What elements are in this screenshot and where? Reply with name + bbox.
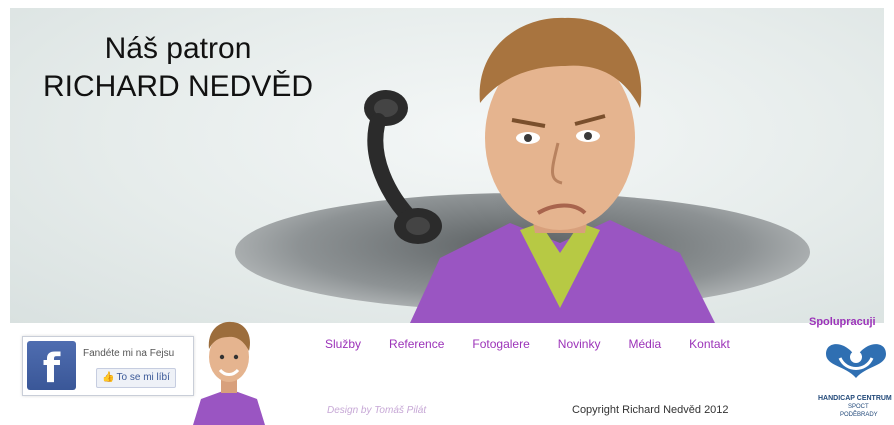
partner-logo-line1: HANDICAP CENTRUM xyxy=(818,395,892,402)
partners-title: Spolupracuji xyxy=(809,316,876,328)
partner-logo-line2: SPOCT xyxy=(848,404,869,410)
facebook-widget: f Fandéte mi na Fejsu 👍 To se mi líbí xyxy=(22,336,194,396)
nav-item-sluzby[interactable]: Služby xyxy=(325,337,361,355)
facebook-icon[interactable]: f xyxy=(27,341,76,392)
nav-item-kontakt[interactable]: Kontakt xyxy=(689,337,730,355)
hero-title-line1: Náš patron xyxy=(104,32,252,65)
nav-item-media[interactable]: Média xyxy=(628,337,661,355)
patron-avatar xyxy=(193,321,265,425)
hero-title-line2: RICHARD NEDVĚD xyxy=(42,70,314,103)
hero-title: Náš patron RICHARD NEDVĚD xyxy=(10,30,346,106)
facebook-like-button[interactable]: 👍 To se mi líbí xyxy=(96,368,176,388)
hero-banner: Náš patron RICHARD NEDVĚD xyxy=(10,8,884,323)
copyright-text: Copyright Richard Nedvěd 2012 xyxy=(572,404,729,416)
partner-logo-line3: PODĚBRADY xyxy=(840,410,878,418)
design-credit[interactable]: Design by Tomáš Pilát xyxy=(327,405,426,416)
like-label: To se mi líbí xyxy=(116,372,170,383)
nav-item-fotogalere[interactable]: Fotogalere xyxy=(472,337,529,355)
handicap-centrum-logo[interactable]: HANDICAP CENTRUM SPOCT PODĚBRADY xyxy=(818,342,894,424)
nav-item-novinky[interactable]: Novinky xyxy=(558,337,601,355)
nav-item-reference[interactable]: Reference xyxy=(389,337,444,355)
facebook-text: Fandéte mi na Fejsu xyxy=(83,348,175,359)
main-nav: Služby Reference Fotogalere Novinky Médi… xyxy=(325,337,758,355)
thumbs-up-icon: 👍 xyxy=(102,372,115,383)
phone-receiver-graphic xyxy=(364,90,442,244)
